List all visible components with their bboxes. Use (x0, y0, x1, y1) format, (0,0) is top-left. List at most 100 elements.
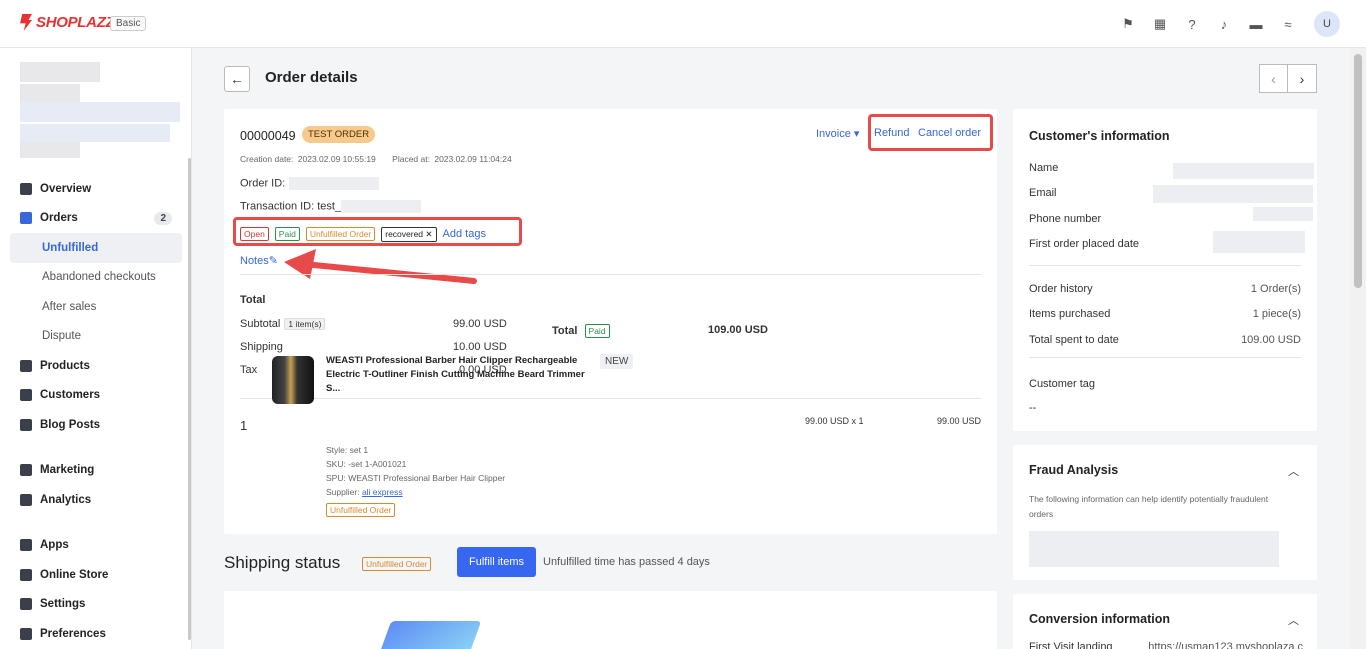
customer-info-title: Customer's information (1029, 129, 1170, 143)
shoplazza-logo[interactable]: SHOPLAZZA (18, 14, 125, 31)
invoice-dropdown[interactable]: Invoice ▾ (816, 127, 859, 140)
refund-link[interactable]: Refund (874, 127, 909, 139)
sidebar-item-unfulfilled[interactable]: Unfulfilled (10, 233, 182, 263)
blurred-value (1173, 163, 1314, 179)
top-bar: SHOPLAZZA Basic ⚑ ▦ ? ♪ ▬ ≈ U (0, 0, 1366, 48)
caret-down-icon: ▾ (853, 128, 860, 140)
blurred-transaction-id (341, 200, 422, 213)
apps-icon (20, 539, 32, 552)
line-total: 99.00 USD (937, 416, 982, 426)
total-spent-label: Total spent to date (1029, 334, 1119, 346)
sidebar-item-customers[interactable]: Customers (10, 381, 182, 411)
blurred-store-name (20, 84, 80, 104)
total-heading: Total (240, 294, 266, 306)
sidebar-item-marketing[interactable]: Marketing (10, 456, 182, 486)
fraud-card: Fraud Analysis ︿ The following informati… (1013, 445, 1317, 580)
products-icon (20, 359, 32, 372)
conversion-card: Conversion information ︿ First Visit lan… (1013, 594, 1317, 649)
first-visit-label: First Visit landing (1029, 641, 1113, 649)
avatar[interactable]: U (1314, 11, 1340, 37)
items-purchased-label: Items purchased (1029, 308, 1111, 320)
close-icon[interactable]: ✕ (425, 229, 432, 239)
order-id: Order ID: (240, 177, 380, 190)
blurred-value (1253, 207, 1313, 221)
customer-tag-value: -- (1029, 402, 1037, 414)
chevron-up-icon[interactable]: ︿ (1288, 463, 1299, 479)
shipping-value: 10.00 USD (453, 341, 507, 353)
price-quantity: 99.00 USD x 1 (805, 416, 864, 426)
main-content: ← Order details ‹ › 00000049 TEST ORDER … (192, 48, 1350, 649)
unfulfilled-time-note: Unfulfilled time has passed 4 days (543, 556, 710, 568)
sidebar-item-abandoned-checkouts[interactable]: Abandoned checkouts (10, 263, 182, 293)
overview-icon (20, 182, 32, 195)
back-button[interactable]: ← (224, 66, 250, 92)
sidebar-item-overview[interactable]: Overview (10, 174, 182, 204)
blurred-value (1213, 231, 1305, 253)
cancel-order-link[interactable]: Cancel order (918, 127, 981, 139)
bell-icon[interactable]: ♪ (1208, 10, 1240, 38)
tag-recovered: recovered ✕ (381, 227, 437, 242)
sidebar-item-dispute[interactable]: Dispute (10, 322, 182, 352)
blog-icon (20, 418, 32, 431)
sidebar-item-products[interactable]: Products (10, 351, 182, 381)
notes-link[interactable]: Notes✎ (240, 254, 278, 267)
flag-icon[interactable]: ⚑ (1112, 10, 1144, 38)
grand-total-value: 109.00 USD (708, 324, 768, 336)
message-icon[interactable]: ▬ (1240, 10, 1272, 38)
product-sku: SKU: -set 1-A001021 (326, 459, 407, 469)
sidebar-scrollbar[interactable] (188, 158, 191, 640)
chevron-left-icon: ‹ (1271, 70, 1276, 87)
previous-order-button[interactable]: ‹ (1259, 64, 1288, 93)
page-scrollbar[interactable] (1350, 48, 1366, 649)
blurred-value (1153, 185, 1313, 203)
marketing-icon (20, 464, 32, 477)
blurred-value (1029, 531, 1279, 567)
shipping-card (224, 591, 997, 649)
blurred-store-name (20, 62, 100, 82)
subtotal-label: Subtotal 1 item(s) (240, 318, 326, 330)
order-history-label: Order history (1029, 283, 1093, 295)
arrow-left-icon: ← (230, 71, 244, 87)
product-image[interactable] (272, 356, 314, 404)
order-tags: Open Paid Unfulfilled Order recovered ✕ Add … (240, 226, 486, 242)
shipping-illustration (376, 621, 482, 649)
fraud-description: The following information can help ident… (1029, 494, 1269, 519)
next-order-button[interactable]: › (1288, 64, 1317, 93)
sidebar-item-settings[interactable]: Settings (10, 590, 182, 620)
shipping-status-badge: Unfulfilled Order (362, 556, 437, 571)
test-order-badge: TEST ORDER (302, 126, 376, 143)
divider (240, 398, 981, 399)
product-name[interactable]: WEASTI Professional Barber Hair Clipper … (326, 354, 594, 396)
divider (1029, 357, 1301, 358)
blurred-order-id (289, 177, 380, 190)
add-tags-link[interactable]: Add tags (443, 228, 486, 240)
wifi-icon[interactable]: ≈ (1272, 10, 1304, 38)
order-number: 00000049 (240, 129, 296, 143)
shipping-label: Shipping (240, 341, 283, 353)
supplier-link[interactable]: ali express (362, 487, 403, 497)
help-icon[interactable]: ? (1176, 10, 1208, 38)
order-history-link[interactable]: 1 Order(s) (1251, 283, 1301, 295)
order-pager: ‹ › (1259, 64, 1317, 93)
sidebar-item-after-sales[interactable]: After sales (10, 292, 182, 322)
product-spu: SPU: WEASTI Professional Barber Hair Cli… (326, 473, 506, 483)
sidebar-item-analytics[interactable]: Analytics (10, 485, 182, 515)
sidebar-item-blog-posts[interactable]: Blog Posts (10, 410, 182, 440)
tag-open: Open (240, 227, 269, 241)
shipping-status-title: Shipping status (224, 553, 341, 572)
customers-icon (20, 389, 32, 402)
blurred-store-name (20, 124, 170, 142)
conversion-info-title: Conversion information (1029, 612, 1170, 626)
sidebar-item-online-store[interactable]: Online Store (10, 560, 182, 590)
sidebar-item-apps[interactable]: Apps (10, 531, 182, 561)
sidebar-item-preferences[interactable]: Preferences (10, 619, 182, 649)
plan-badge: Basic (110, 16, 147, 31)
first-visit-url[interactable]: https://usman123.myshoplaza.c (1148, 641, 1303, 649)
scrollbar-thumb[interactable] (1354, 54, 1362, 288)
store-icon[interactable]: ▦ (1144, 10, 1176, 38)
orders-icon (20, 212, 32, 225)
fulfill-items-button[interactable]: Fulfill items (457, 547, 537, 577)
tag-paid: Paid (274, 227, 300, 241)
sidebar-item-orders[interactable]: Orders 2 (10, 204, 182, 234)
chevron-up-icon[interactable]: ︿ (1288, 612, 1299, 628)
